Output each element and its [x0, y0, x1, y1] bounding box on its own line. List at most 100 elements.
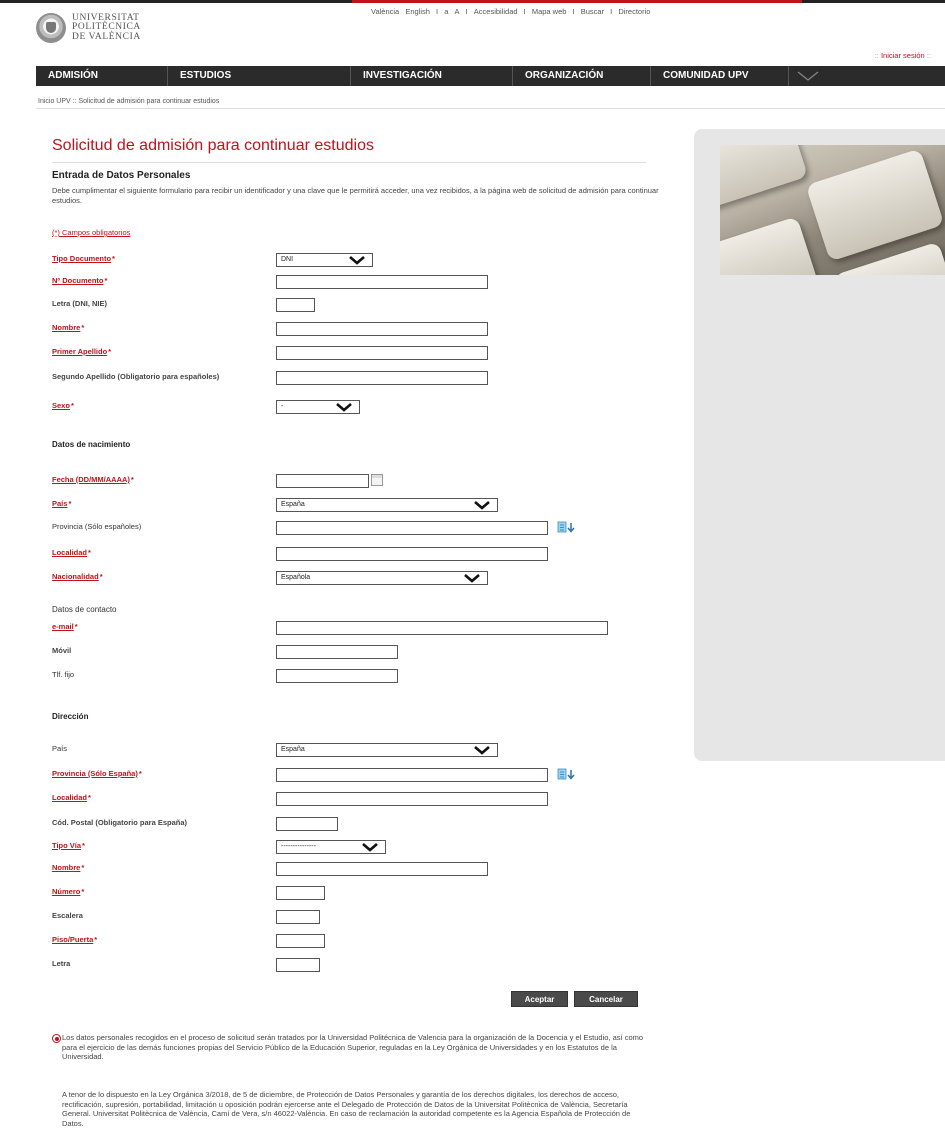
login-link[interactable]: Iniciar sesión: [881, 51, 925, 60]
row-tipo-via: Tipo Vía ---------------: [52, 840, 652, 854]
sexo-select[interactable]: -: [276, 400, 360, 414]
nav-item-estudios[interactable]: ESTUDIOS: [168, 66, 351, 86]
cod-postal-input[interactable]: [276, 817, 338, 831]
email-label: e-mail: [52, 622, 78, 631]
pais-nac-select[interactable]: España: [276, 498, 498, 512]
cancel-button[interactable]: Cancelar: [574, 991, 638, 1007]
letra-dir-label: Letra: [52, 959, 71, 968]
divider: [52, 162, 646, 163]
separator: I: [572, 7, 575, 16]
chevron-down-icon: [474, 746, 490, 755]
list-lookup-icon[interactable]: [557, 768, 577, 780]
row-escalera: Escalera: [52, 910, 652, 924]
nacimiento-heading: Datos de nacimiento: [52, 440, 131, 449]
row-email: e-mail: [52, 621, 652, 635]
numero-label: Número: [52, 887, 84, 896]
pais-dir-select[interactable]: España: [276, 743, 498, 757]
contacto-heading: Datos de contacto: [52, 605, 117, 614]
top-bar: [0, 0, 945, 3]
separator: I: [610, 7, 613, 16]
breadcrumb[interactable]: Inicio UPV :: Solicitud de admisión para…: [38, 98, 219, 105]
row-localidad-nac: Localidad: [52, 547, 652, 561]
page-title: Solicitud de admisión para continuar est…: [52, 137, 374, 154]
nacionalidad-select[interactable]: Española: [276, 571, 488, 585]
fecha-input[interactable]: [276, 474, 369, 488]
row-tlf-fijo: Tlf. fijo: [52, 669, 652, 683]
row-numero: Número: [52, 886, 652, 900]
localidad-nac-input[interactable]: [276, 547, 548, 561]
segundo-apellido-input[interactable]: [276, 371, 488, 385]
nombre-via-label: Nombre: [52, 863, 84, 872]
row-pais-dir: País España: [52, 743, 652, 757]
tipo-via-select[interactable]: ---------------: [276, 840, 386, 854]
nav-item-organizacion[interactable]: ORGANIZACIÓN: [513, 66, 651, 86]
tipo-documento-select[interactable]: DNI: [276, 253, 373, 267]
list-lookup-icon[interactable]: [557, 521, 577, 533]
link-accesibilidad[interactable]: Accesibilidad: [474, 7, 518, 16]
nombre-via-input[interactable]: [276, 862, 488, 876]
fecha-label: Fecha (DD/MM/AAAA): [52, 475, 134, 484]
divider: [36, 108, 945, 109]
primer-apellido-input[interactable]: [276, 346, 488, 360]
sexo-label: Sexo: [52, 401, 74, 410]
row-movil: Móvil: [52, 645, 652, 659]
provincia-dir-input[interactable]: [276, 768, 548, 782]
font-smaller-link[interactable]: a: [444, 7, 448, 16]
rights-notice: A tenor de lo dispuesto en la Ley Orgáni…: [62, 1090, 631, 1128]
primer-apellido-label: Primer Apellido: [52, 347, 111, 356]
logo-text: UNIVERSITAT POLITÈCNICA DE VALÈNCIA: [72, 12, 141, 42]
row-letra-dir: Letra: [52, 958, 652, 972]
nav-item-comunidad[interactable]: COMUNIDAD UPV: [651, 66, 789, 86]
tlf-fijo-input[interactable]: [276, 669, 398, 683]
nacionalidad-label: Nacionalidad: [52, 572, 103, 581]
nav-item-admision[interactable]: ADMISIÓN: [36, 66, 168, 86]
row-piso-puerta: Piso/Puerta: [52, 934, 652, 948]
letra-input[interactable]: [276, 298, 315, 312]
row-fecha: Fecha (DD/MM/AAAA): [52, 474, 652, 488]
top-links: València English I a A I Accesibilidad I…: [369, 7, 652, 16]
font-larger-link[interactable]: A: [454, 7, 459, 16]
numero-input[interactable]: [276, 886, 325, 900]
direccion-heading: Dirección: [52, 712, 89, 721]
row-nombre-via: Nombre: [52, 862, 652, 876]
nav-chevron-down-icon[interactable]: [789, 66, 827, 86]
provincia-nac-input[interactable]: [276, 521, 548, 535]
localidad-dir-input[interactable]: [276, 792, 548, 806]
link-english[interactable]: English: [405, 7, 430, 16]
info-bullet-icon: [52, 1034, 61, 1043]
email-input[interactable]: [276, 621, 608, 635]
num-documento-input[interactable]: [276, 275, 488, 289]
nav-item-investigacion[interactable]: INVESTIGACIÓN: [351, 66, 513, 86]
link-buscar[interactable]: Buscar: [581, 7, 604, 16]
provincia-dir-label: Provincia (Sólo España): [52, 769, 142, 778]
accept-button[interactable]: Aceptar: [511, 991, 568, 1007]
localidad-nac-label: Localidad: [52, 548, 91, 557]
row-nombre: Nombre: [52, 322, 652, 336]
movil-input[interactable]: [276, 645, 398, 659]
chevron-down-icon: [336, 403, 352, 412]
nombre-input[interactable]: [276, 322, 488, 336]
row-primer-apellido: Primer Apellido: [52, 346, 652, 360]
link-valencia[interactable]: València: [371, 7, 399, 16]
upv-seal-icon: [36, 13, 66, 43]
separator: I: [465, 7, 468, 16]
piso-puerta-input[interactable]: [276, 934, 325, 948]
separator: I: [523, 7, 526, 16]
escalera-input[interactable]: [276, 910, 320, 924]
chevron-down-icon: [464, 574, 480, 583]
link-mapa-web[interactable]: Mapa web: [532, 7, 567, 16]
upv-logo[interactable]: UNIVERSITAT POLITÈCNICA DE VALÈNCIA: [36, 10, 141, 46]
top-bar-accent: [352, 0, 802, 3]
separator: I: [436, 7, 439, 16]
chevron-down-icon: [474, 501, 490, 510]
main-nav: ADMISIÓN ESTUDIOS INVESTIGACIÓN ORGANIZA…: [36, 66, 945, 86]
calendar-icon[interactable]: [371, 474, 383, 486]
escalera-label: Escalera: [52, 911, 83, 920]
row-num-documento: Nº Documento: [52, 275, 652, 289]
num-documento-label: Nº Documento: [52, 276, 107, 285]
tlf-fijo-label: Tlf. fijo: [52, 670, 75, 679]
letra-label: Letra (DNI, NIE): [52, 299, 108, 308]
link-directorio[interactable]: Directorio: [618, 7, 650, 16]
letra-dir-input[interactable]: [276, 958, 320, 972]
tipo-documento-label: Tipo Documento: [52, 254, 115, 263]
